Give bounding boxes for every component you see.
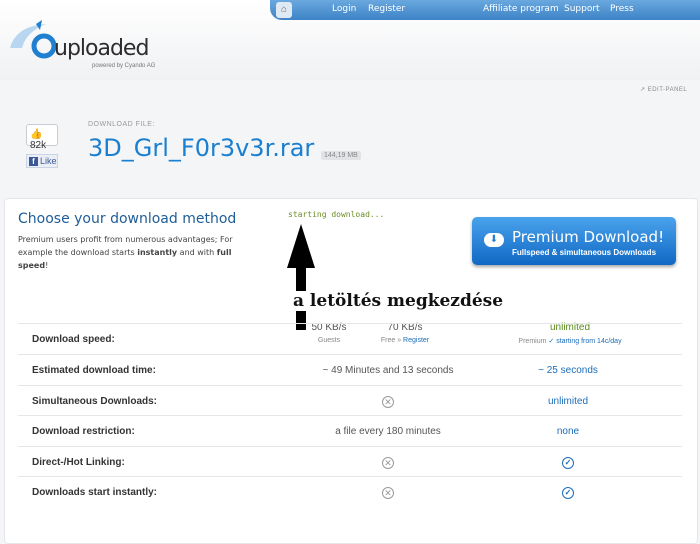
table-row: Download speed: xyxy=(18,323,682,354)
cross-icon: ✕ xyxy=(382,487,394,499)
check-icon: ✓ xyxy=(562,487,574,499)
nav-support[interactable]: Support xyxy=(564,4,600,14)
row-label: Downloads start instantly: xyxy=(32,487,158,498)
download-file-label: DOWNLOAD FILE: xyxy=(88,121,155,128)
edit-panel-label: EDIT-PANEL xyxy=(647,87,688,93)
row-label: Estimated download time: xyxy=(32,365,156,376)
nav-press[interactable]: Press xyxy=(610,4,634,14)
home-icon[interactable]: ⌂ xyxy=(276,2,292,18)
nav-affiliate[interactable]: Affiliate program xyxy=(483,4,559,14)
download-status: starting download... xyxy=(288,210,385,219)
edit-panel-link[interactable]: ↗ EDIT-PANEL xyxy=(640,86,687,93)
check-icon: ✓ xyxy=(562,457,574,469)
row-label: Download speed: xyxy=(32,334,115,345)
facebook-like-button[interactable]: f Like xyxy=(26,154,58,168)
row-premium-value: none xyxy=(556,426,580,437)
site-logo[interactable]: uploaded powered by Cyando AG xyxy=(6,14,166,70)
desc-part-3: ! xyxy=(45,261,49,270)
nav-register[interactable]: Register xyxy=(368,4,405,14)
table-row: Direct-/Hot Linking: ✕ ✓ xyxy=(18,446,682,477)
logo-powered: powered by Cyando AG xyxy=(92,63,156,69)
row-premium-value: ~ 25 seconds xyxy=(538,365,598,376)
like-count: 👍82k xyxy=(26,124,58,151)
row-free-value: ~ 49 Minutes and 13 seconds xyxy=(322,365,454,376)
file-size-badge: 144,19 MB xyxy=(321,151,361,160)
row-free-value: ✕ xyxy=(268,396,508,408)
table-row: Simultaneous Downloads: ✕ unlimited xyxy=(18,385,682,416)
row-label: Download restriction: xyxy=(32,426,135,437)
facebook-icon: f xyxy=(29,157,38,166)
row-premium-value: ✓ xyxy=(488,487,648,499)
nav-login[interactable]: Login xyxy=(332,4,356,14)
desc-part-2: and with xyxy=(177,248,217,257)
table-row: Download restriction: a file every 180 m… xyxy=(18,415,682,446)
row-premium-value: unlimited xyxy=(547,396,589,407)
method-description: Premium users profit from numerous advan… xyxy=(18,233,238,272)
top-navbar: ⌂ Login Register Affiliate program Suppo… xyxy=(270,0,700,20)
like-count-value: 82k xyxy=(30,140,47,151)
logo-text: uploaded xyxy=(54,36,149,61)
row-label: Simultaneous Downloads: xyxy=(32,396,158,407)
like-label: Like xyxy=(40,156,57,166)
table-row: Estimated download time: ~ 49 Minutes an… xyxy=(18,354,682,385)
premium-button-sub: Fullspeed & simultaneous Downloads xyxy=(512,248,657,257)
annotation-text: a letöltés megkezdése xyxy=(293,291,504,311)
facebook-like-widget: 👍82k f Like xyxy=(26,124,58,168)
row-premium-value: ✓ xyxy=(488,457,648,469)
premium-button-label: Premium Download! xyxy=(512,228,665,246)
row-label: Direct-/Hot Linking: xyxy=(32,457,125,468)
file-name: 3D_Grl_F0r3v3r.rar xyxy=(88,134,315,162)
row-free-value: a file every 180 minutes xyxy=(335,426,441,437)
row-free-value: ✕ xyxy=(268,457,508,469)
annotation-arrow-icon xyxy=(287,224,315,330)
row-free-value: ✕ xyxy=(268,487,508,499)
desc-bold-1: instantly xyxy=(137,248,178,257)
cloud-download-icon: ⬇ xyxy=(484,233,504,247)
cross-icon: ✕ xyxy=(382,396,394,408)
method-title: Choose your download method xyxy=(18,211,237,227)
table-row: Downloads start instantly: ✕ ✓ xyxy=(18,476,682,507)
cross-icon: ✕ xyxy=(382,457,394,469)
premium-download-button[interactable]: ⬇ Premium Download! Fullspeed & simultan… xyxy=(472,217,676,265)
